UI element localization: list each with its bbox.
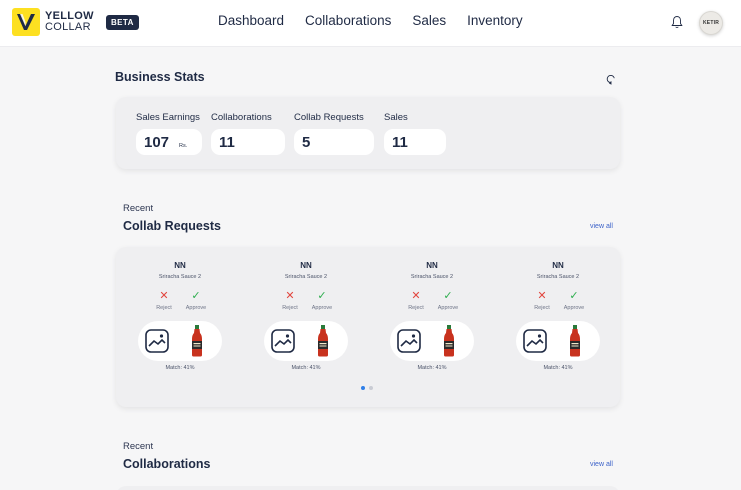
match-percentage: Match: 41% [291,365,321,371]
collaborations-view-all-link[interactable]: view all [590,461,613,468]
image-placeholder-icon [523,329,547,353]
requester-name: NN [300,261,312,270]
beta-badge: BETA [106,15,139,30]
approve-label: Approve [185,305,207,311]
approve-label: Approve [437,305,459,311]
match-preview[interactable] [264,321,348,361]
request-actions: ✕ Reject ✓ Approve [264,290,348,312]
reject-label: Reject [282,305,298,311]
collab-requests-carousel: NN Sriracha Sauce 2 ✕ Reject ✓ Approve M… [116,247,620,407]
nav-sales[interactable]: Sales [412,13,446,28]
stat-value-box: 107 Rs. [136,129,202,155]
product-name: Sriracha Sauce 2 [536,274,580,280]
reject-button[interactable]: ✕ Reject [152,290,176,312]
close-icon: ✕ [285,290,295,302]
request-actions: ✕ Reject ✓ Approve [390,290,474,312]
reject-button[interactable]: ✕ Reject [404,290,428,312]
requester-name: NN [552,261,564,270]
brand-name-line2: COLLAR [45,21,91,33]
match-preview[interactable] [390,321,474,361]
request-actions: ✕ Reject ✓ Approve [138,290,222,312]
match-preview[interactable] [138,321,222,361]
carousel-dot[interactable] [369,386,373,390]
match-percentage: Match: 41% [543,365,573,371]
sauce-bottle-icon [318,325,328,357]
stat-value-box: 11 [384,129,446,155]
brand-name[interactable]: YELLOW COLLAR [45,11,94,33]
stat-collaborations: Collaborations 11 [211,112,285,155]
stat-value: 11 [392,134,408,151]
top-header: YELLOW COLLAR BETA Dashboard Collaborati… [0,0,741,47]
approve-button[interactable]: ✓ Approve [436,290,460,312]
match-preview[interactable] [516,321,600,361]
collab-requests-eyebrow: Recent [123,203,154,214]
sauce-bottle-icon [192,325,202,357]
image-placeholder-icon [145,329,169,353]
approve-label: Approve [563,305,585,311]
requester-name: NN [174,261,186,270]
reject-button[interactable]: ✕ Reject [278,290,302,312]
collaborations-card [116,486,620,490]
reject-button[interactable]: ✕ Reject [530,290,554,312]
stat-unit: Rs. [179,143,188,149]
image-placeholder-icon [271,329,295,353]
sauce-bottle-icon [570,325,580,357]
nav-collaborations[interactable]: Collaborations [305,13,391,28]
close-icon: ✕ [159,290,169,302]
stat-label: Sales Earnings [136,112,200,123]
product-name: Sriracha Sauce 2 [410,274,454,280]
collab-request-card: NN Sriracha Sauce 2 ✕ Reject ✓ Approve M… [138,261,222,371]
check-icon: ✓ [317,290,327,302]
main-nav: Dashboard Collaborations Sales Inventory [218,13,523,28]
product-name: Sriracha Sauce 2 [284,274,328,280]
business-stats-title: Business Stats [115,70,205,84]
bell-icon[interactable] [671,15,683,34]
approve-label: Approve [311,305,333,311]
product-name: Sriracha Sauce 2 [158,274,202,280]
sauce-bottle-icon [444,325,454,357]
collab-requests-title: Collab Requests [123,219,221,233]
stat-label: Sales [384,112,408,123]
reject-label: Reject [408,305,424,311]
reject-label: Reject [534,305,550,311]
request-actions: ✕ Reject ✓ Approve [516,290,600,312]
approve-button[interactable]: ✓ Approve [184,290,208,312]
nav-inventory[interactable]: Inventory [467,13,523,28]
stat-value: 107 [144,134,170,151]
stat-sales-earnings: Sales Earnings 107 Rs. [136,112,202,155]
approve-button[interactable]: ✓ Approve [310,290,334,312]
business-stats-card: Sales Earnings 107 Rs. Collaborations 11… [116,97,620,169]
match-percentage: Match: 41% [165,365,195,371]
collab-requests-view-all-link[interactable]: view all [590,223,613,230]
logo-icon[interactable] [12,8,40,36]
stat-collab-requests: Collab Requests 5 [294,112,374,155]
nav-dashboard[interactable]: Dashboard [218,13,284,28]
image-placeholder-icon [397,329,421,353]
check-icon: ✓ [191,290,201,302]
check-icon: ✓ [569,290,579,302]
stat-sales: Sales 11 [384,112,446,155]
stat-label: Collab Requests [294,112,364,123]
close-icon: ✕ [537,290,547,302]
refresh-icon[interactable] [606,72,616,90]
stat-label: Collaborations [211,112,272,123]
stat-value-box: 11 [211,129,285,155]
close-icon: ✕ [411,290,421,302]
collab-request-card: NN Sriracha Sauce 2 ✕ Reject ✓ Approve M… [390,261,474,371]
carousel-dot-active[interactable] [361,386,365,390]
collab-request-card: NN Sriracha Sauce 2 ✕ Reject ✓ Approve M… [516,261,600,371]
stat-value: 11 [219,134,235,151]
match-percentage: Match: 41% [417,365,447,371]
collab-request-card: NN Sriracha Sauce 2 ✕ Reject ✓ Approve M… [264,261,348,371]
stat-value: 5 [302,134,311,151]
avatar[interactable]: KETIR [699,11,723,35]
approve-button[interactable]: ✓ Approve [562,290,586,312]
check-icon: ✓ [443,290,453,302]
requester-name: NN [426,261,438,270]
collaborations-title: Collaborations [123,457,211,471]
stat-value-box: 5 [294,129,374,155]
collaborations-eyebrow: Recent [123,441,154,452]
reject-label: Reject [156,305,172,311]
